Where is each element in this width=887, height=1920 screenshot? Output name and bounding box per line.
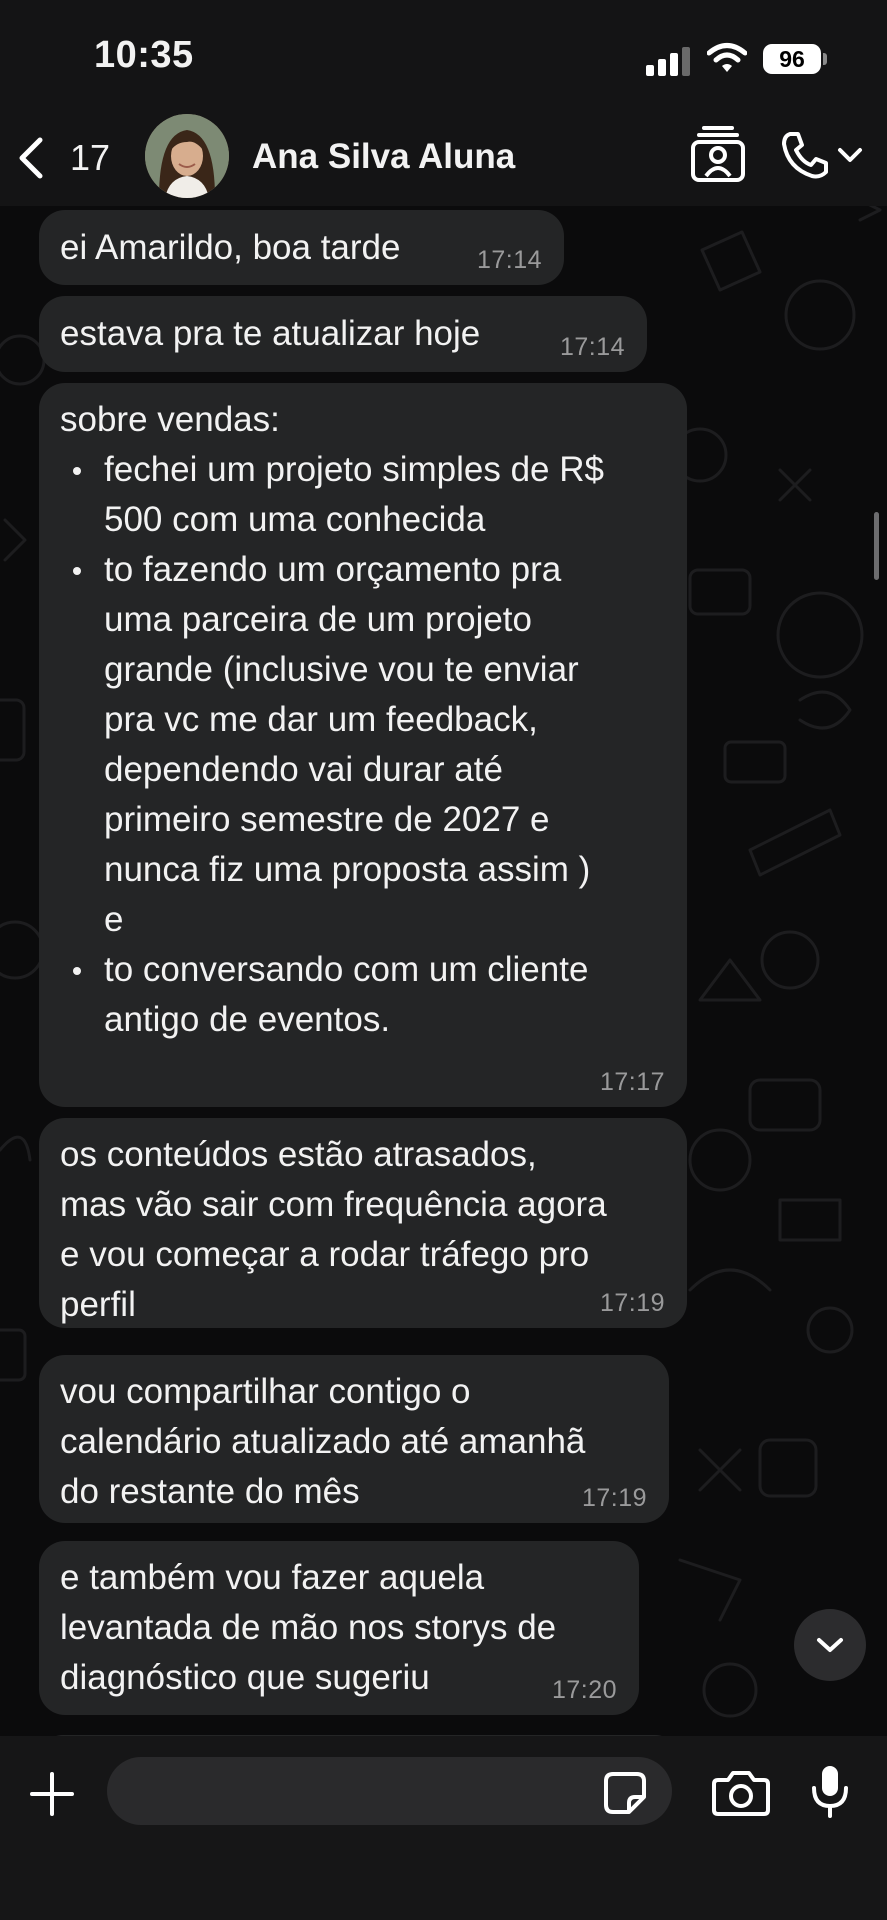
status-time: 10:35 bbox=[94, 34, 194, 76]
cellular-signal-icon bbox=[646, 46, 692, 76]
list-item: to fazendo um orçamento pra uma parceira… bbox=[60, 545, 665, 945]
avatar-photo bbox=[145, 114, 229, 198]
message-bubble[interactable]: estava pra te atualizar hoje 17:14 bbox=[39, 296, 647, 372]
chevron-down-icon[interactable] bbox=[837, 146, 863, 164]
camera-icon[interactable] bbox=[712, 1770, 770, 1816]
message-time: 17:14 bbox=[476, 246, 542, 274]
message-input[interactable] bbox=[107, 1757, 672, 1825]
plus-icon[interactable] bbox=[30, 1772, 74, 1816]
message-bubble[interactable]: vou compartilhar contigo o calendário at… bbox=[39, 1355, 669, 1523]
list-item: fechei um projeto simples de R$ 500 com … bbox=[60, 445, 665, 545]
navigation-header: 10:35 96 17 Ana Silva Aluna bbox=[0, 0, 887, 206]
message-text: sobre vendas: bbox=[60, 400, 280, 439]
message-text: os conteúdos estão atrasados, mas vão sa… bbox=[60, 1135, 607, 1324]
contact-name[interactable]: Ana Silva Aluna bbox=[252, 137, 515, 177]
message-bubble[interactable]: ei Amarildo, boa tarde 17:14 bbox=[39, 210, 564, 285]
message-bubble[interactable]: e também vou fazer aquela levantada de m… bbox=[39, 1541, 639, 1715]
list-item: to conversando com um cliente antigo de … bbox=[60, 945, 665, 1045]
message-text: vou compartilhar contigo o calendário at… bbox=[60, 1372, 586, 1511]
message-text: ei Amarildo, boa tarde bbox=[60, 228, 401, 267]
message-time: 17:19 bbox=[599, 1289, 665, 1317]
microphone-icon[interactable] bbox=[810, 1764, 850, 1820]
battery-tip bbox=[823, 53, 827, 65]
chevron-down-icon bbox=[817, 1638, 843, 1652]
message-text: e também vou fazer aquela levantada de m… bbox=[60, 1558, 557, 1697]
message-time: 17:19 bbox=[581, 1484, 647, 1512]
message-text: estava pra te atualizar hoje bbox=[60, 314, 481, 353]
bullet-list: fechei um projeto simples de R$ 500 com … bbox=[60, 445, 665, 1045]
message-time: 17:17 bbox=[599, 1068, 665, 1096]
unread-count: 17 bbox=[70, 137, 111, 178]
sticker-icon[interactable] bbox=[603, 1771, 647, 1815]
contact-avatar[interactable] bbox=[145, 114, 229, 198]
message-bubble[interactable]: sobre vendas: fechei um projeto simples … bbox=[39, 383, 687, 1107]
chevron-left-icon bbox=[19, 137, 43, 179]
phone-icon[interactable] bbox=[780, 130, 830, 180]
scroll-indicator[interactable] bbox=[874, 512, 879, 580]
back-button[interactable]: 17 bbox=[14, 128, 114, 188]
contact-card-icon[interactable] bbox=[690, 124, 746, 184]
message-bubble[interactable]: os conteúdos estão atrasados, mas vão sa… bbox=[39, 1118, 687, 1328]
message-composer bbox=[0, 1736, 887, 1920]
message-time: 17:14 bbox=[559, 333, 625, 361]
scroll-to-bottom-button[interactable] bbox=[794, 1609, 866, 1681]
wifi-icon bbox=[707, 43, 747, 72]
message-time: 17:20 bbox=[551, 1676, 617, 1704]
battery-level: 96 bbox=[763, 44, 821, 74]
